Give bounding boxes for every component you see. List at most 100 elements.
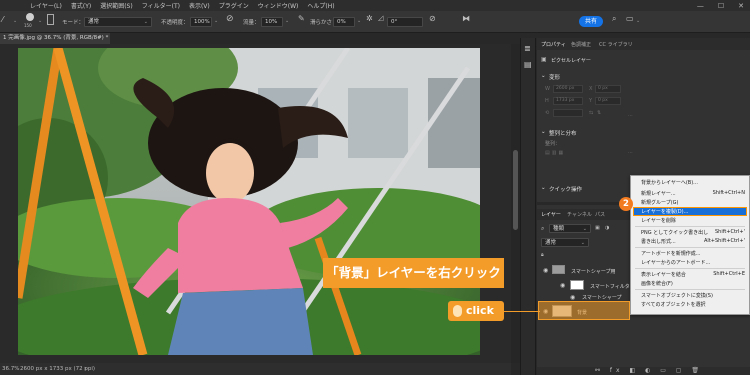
- width-letter: W: [545, 86, 550, 92]
- more-icon[interactable]: ···: [628, 113, 633, 119]
- menu-item-convert-smart-object[interactable]: スマートオブジェクトに変換(S): [641, 292, 713, 299]
- chevron-down-icon[interactable]: ⌄: [636, 18, 640, 24]
- more-icon[interactable]: ···: [628, 150, 633, 156]
- menu-item-delete-layer[interactable]: レイヤーを削除: [641, 217, 676, 224]
- menu-item-flatten-image[interactable]: 画像を統合(F): [641, 280, 673, 287]
- x-field[interactable]: 0 px: [595, 85, 621, 93]
- visibility-eye-icon[interactable]: ◉: [543, 267, 548, 274]
- layer-filter-select[interactable]: 種類 ⌄: [549, 224, 591, 233]
- menu-item-new-layer[interactable]: 新規レイヤー...: [641, 190, 676, 197]
- blend-mode-select[interactable]: 通常 ⌄: [541, 238, 589, 247]
- click-badge-text: click: [466, 304, 494, 317]
- brush-settings-icon[interactable]: [47, 14, 54, 25]
- pressure-opacity-icon[interactable]: ⊘: [226, 14, 234, 24]
- flip-vertical-icon[interactable]: ⇅: [597, 110, 601, 116]
- menu-plugins[interactable]: プラグイン: [219, 1, 249, 10]
- angle-field[interactable]: 0°: [387, 17, 423, 27]
- align-sub-label: 整列：: [545, 141, 561, 147]
- tab-cc-libraries[interactable]: CC ライブラリ: [599, 41, 633, 48]
- chevron-down-icon[interactable]: ⌄: [285, 18, 289, 24]
- status-zoom[interactable]: 36.7%: [2, 363, 19, 375]
- menu-help[interactable]: ヘルプ(H): [307, 1, 334, 10]
- chevron-down-icon[interactable]: ⌄: [13, 18, 17, 24]
- width-field[interactable]: 2600 px: [553, 85, 583, 93]
- menu-bar: レイヤー(L) 書式(Y) 選択範囲(S) フィルター(T) 表示(V) プラグ…: [0, 0, 750, 11]
- search-icon[interactable]: ⌕: [612, 14, 616, 24]
- smart-sharpen-name[interactable]: スマートシャープ: [582, 294, 622, 301]
- smart-filter-name[interactable]: スマートフィルター: [590, 283, 635, 290]
- maximize-button[interactable]: ☐: [718, 2, 724, 10]
- menu-shortcut-new-layer: Shift+Ctrl+N: [712, 190, 745, 196]
- close-window-button[interactable]: ✕: [738, 2, 744, 10]
- tab-adjustments[interactable]: 色調補正: [571, 41, 591, 48]
- window-controls: — ☐ ✕: [697, 0, 744, 11]
- document-photo[interactable]: [18, 48, 480, 355]
- chevron-down-icon[interactable]: ⌄: [357, 18, 361, 24]
- menu-item-quick-export-png[interactable]: PNG としてクイック書き出し: [641, 229, 708, 236]
- blend-mode-value: 通常: [545, 240, 557, 246]
- align-heading: 整列と分布: [549, 131, 577, 137]
- filter-adjust-icon[interactable]: ◑: [605, 225, 609, 231]
- chevron-down-icon[interactable]: ⌄: [541, 185, 546, 191]
- symmetry-icon[interactable]: ⧓: [462, 14, 470, 23]
- brush-preset-icon[interactable]: [26, 13, 34, 21]
- chevron-down-icon[interactable]: ⌄: [541, 73, 546, 79]
- visibility-eye-icon[interactable]: ◉: [560, 282, 565, 289]
- y-field[interactable]: 0 px: [595, 97, 621, 105]
- menu-item-export-as[interactable]: 書き出し形式...: [641, 238, 676, 245]
- layer-name[interactable]: スマートシャープ用: [571, 268, 616, 275]
- menu-item-duplicate-layer[interactable]: レイヤーを複製(D)...: [641, 208, 688, 215]
- mode-select[interactable]: 通常 ⌄: [84, 17, 152, 27]
- y-letter: Y: [589, 98, 593, 104]
- height-letter: H: [545, 98, 549, 104]
- align-buttons-icon[interactable]: ▤▥▦: [545, 150, 565, 156]
- tab-channels[interactable]: チャンネル: [567, 211, 592, 218]
- lock-icon[interactable]: 🔒︎: [541, 252, 544, 258]
- menu-select[interactable]: 選択範囲(S): [100, 1, 133, 10]
- gear-icon[interactable]: ✲: [366, 14, 373, 23]
- menu-divider: [635, 226, 745, 227]
- chevron-down-icon[interactable]: ⌄: [38, 18, 42, 24]
- flip-horizontal-icon[interactable]: ⇆: [589, 110, 593, 116]
- mouse-icon: [453, 305, 462, 317]
- menu-view[interactable]: 表示(V): [189, 1, 210, 10]
- transform-heading: 変形: [549, 75, 561, 81]
- menu-item-new-group[interactable]: 新規グループ(G): [641, 199, 678, 206]
- tab-properties[interactable]: プロパティ: [541, 41, 566, 48]
- comment-icon[interactable]: ▤: [524, 60, 532, 69]
- angle-field-props[interactable]: [553, 109, 583, 117]
- history-icon[interactable]: ≣: [524, 44, 531, 53]
- opacity-field[interactable]: 100%: [190, 17, 212, 27]
- menu-item-background-to-layer[interactable]: 背景からレイヤーへ(B)...: [641, 179, 698, 186]
- chevron-right-icon[interactable]: ›: [84, 363, 86, 375]
- menu-window[interactable]: ウィンドウ(W): [258, 1, 299, 10]
- minimize-button[interactable]: —: [697, 2, 704, 10]
- share-button[interactable]: 共有: [579, 16, 603, 27]
- menu-type[interactable]: 書式(Y): [71, 1, 91, 10]
- visibility-eye-icon[interactable]: ◉: [570, 294, 575, 301]
- layer-footer-icons[interactable]: ⚯ fx ◧ ◐ ▭ ▢ 🗑︎: [595, 367, 703, 374]
- flow-field[interactable]: 10%: [261, 17, 283, 27]
- brush-tool-icon[interactable]: ⁄: [2, 15, 3, 24]
- menu-item-artboard-from-layers[interactable]: レイヤーからのアートボード...: [641, 259, 710, 266]
- smoothing-field[interactable]: 0%: [333, 17, 355, 27]
- workspace-icon[interactable]: ▭: [626, 14, 634, 23]
- menu-filter[interactable]: フィルター(T): [142, 1, 180, 10]
- document-tab[interactable]: 1 完画像.jpg @ 36.7% (背景, RGB/8#) *: [0, 33, 110, 44]
- tab-paths[interactable]: パス: [595, 211, 605, 218]
- menu-layer[interactable]: レイヤー(L): [30, 1, 62, 10]
- menu-item-select-all-objects[interactable]: すべてのオブジェクトを選択: [641, 301, 705, 308]
- airbrush-icon[interactable]: ✎: [298, 14, 305, 23]
- menu-item-new-artboard[interactable]: アートボードを新規作成...: [641, 250, 700, 257]
- scrollbar-thumb[interactable]: [513, 150, 518, 230]
- height-field[interactable]: 1733 px: [553, 97, 583, 105]
- chevron-down-icon: ⌄: [580, 240, 585, 246]
- chevron-down-icon[interactable]: ⌄: [214, 18, 218, 24]
- pressure-size-icon[interactable]: ⊘: [429, 14, 436, 23]
- flow-label: 流量：: [243, 20, 260, 26]
- chevron-down-icon[interactable]: ⌄: [541, 129, 546, 135]
- menu-shortcut-export-as: Alt+Shift+Ctrl+': [704, 238, 745, 244]
- tab-layers[interactable]: レイヤー: [541, 211, 561, 218]
- menu-item-merge-visible[interactable]: 表示レイヤーを結合: [641, 271, 686, 278]
- filter-pixel-icon[interactable]: ▣: [595, 225, 600, 231]
